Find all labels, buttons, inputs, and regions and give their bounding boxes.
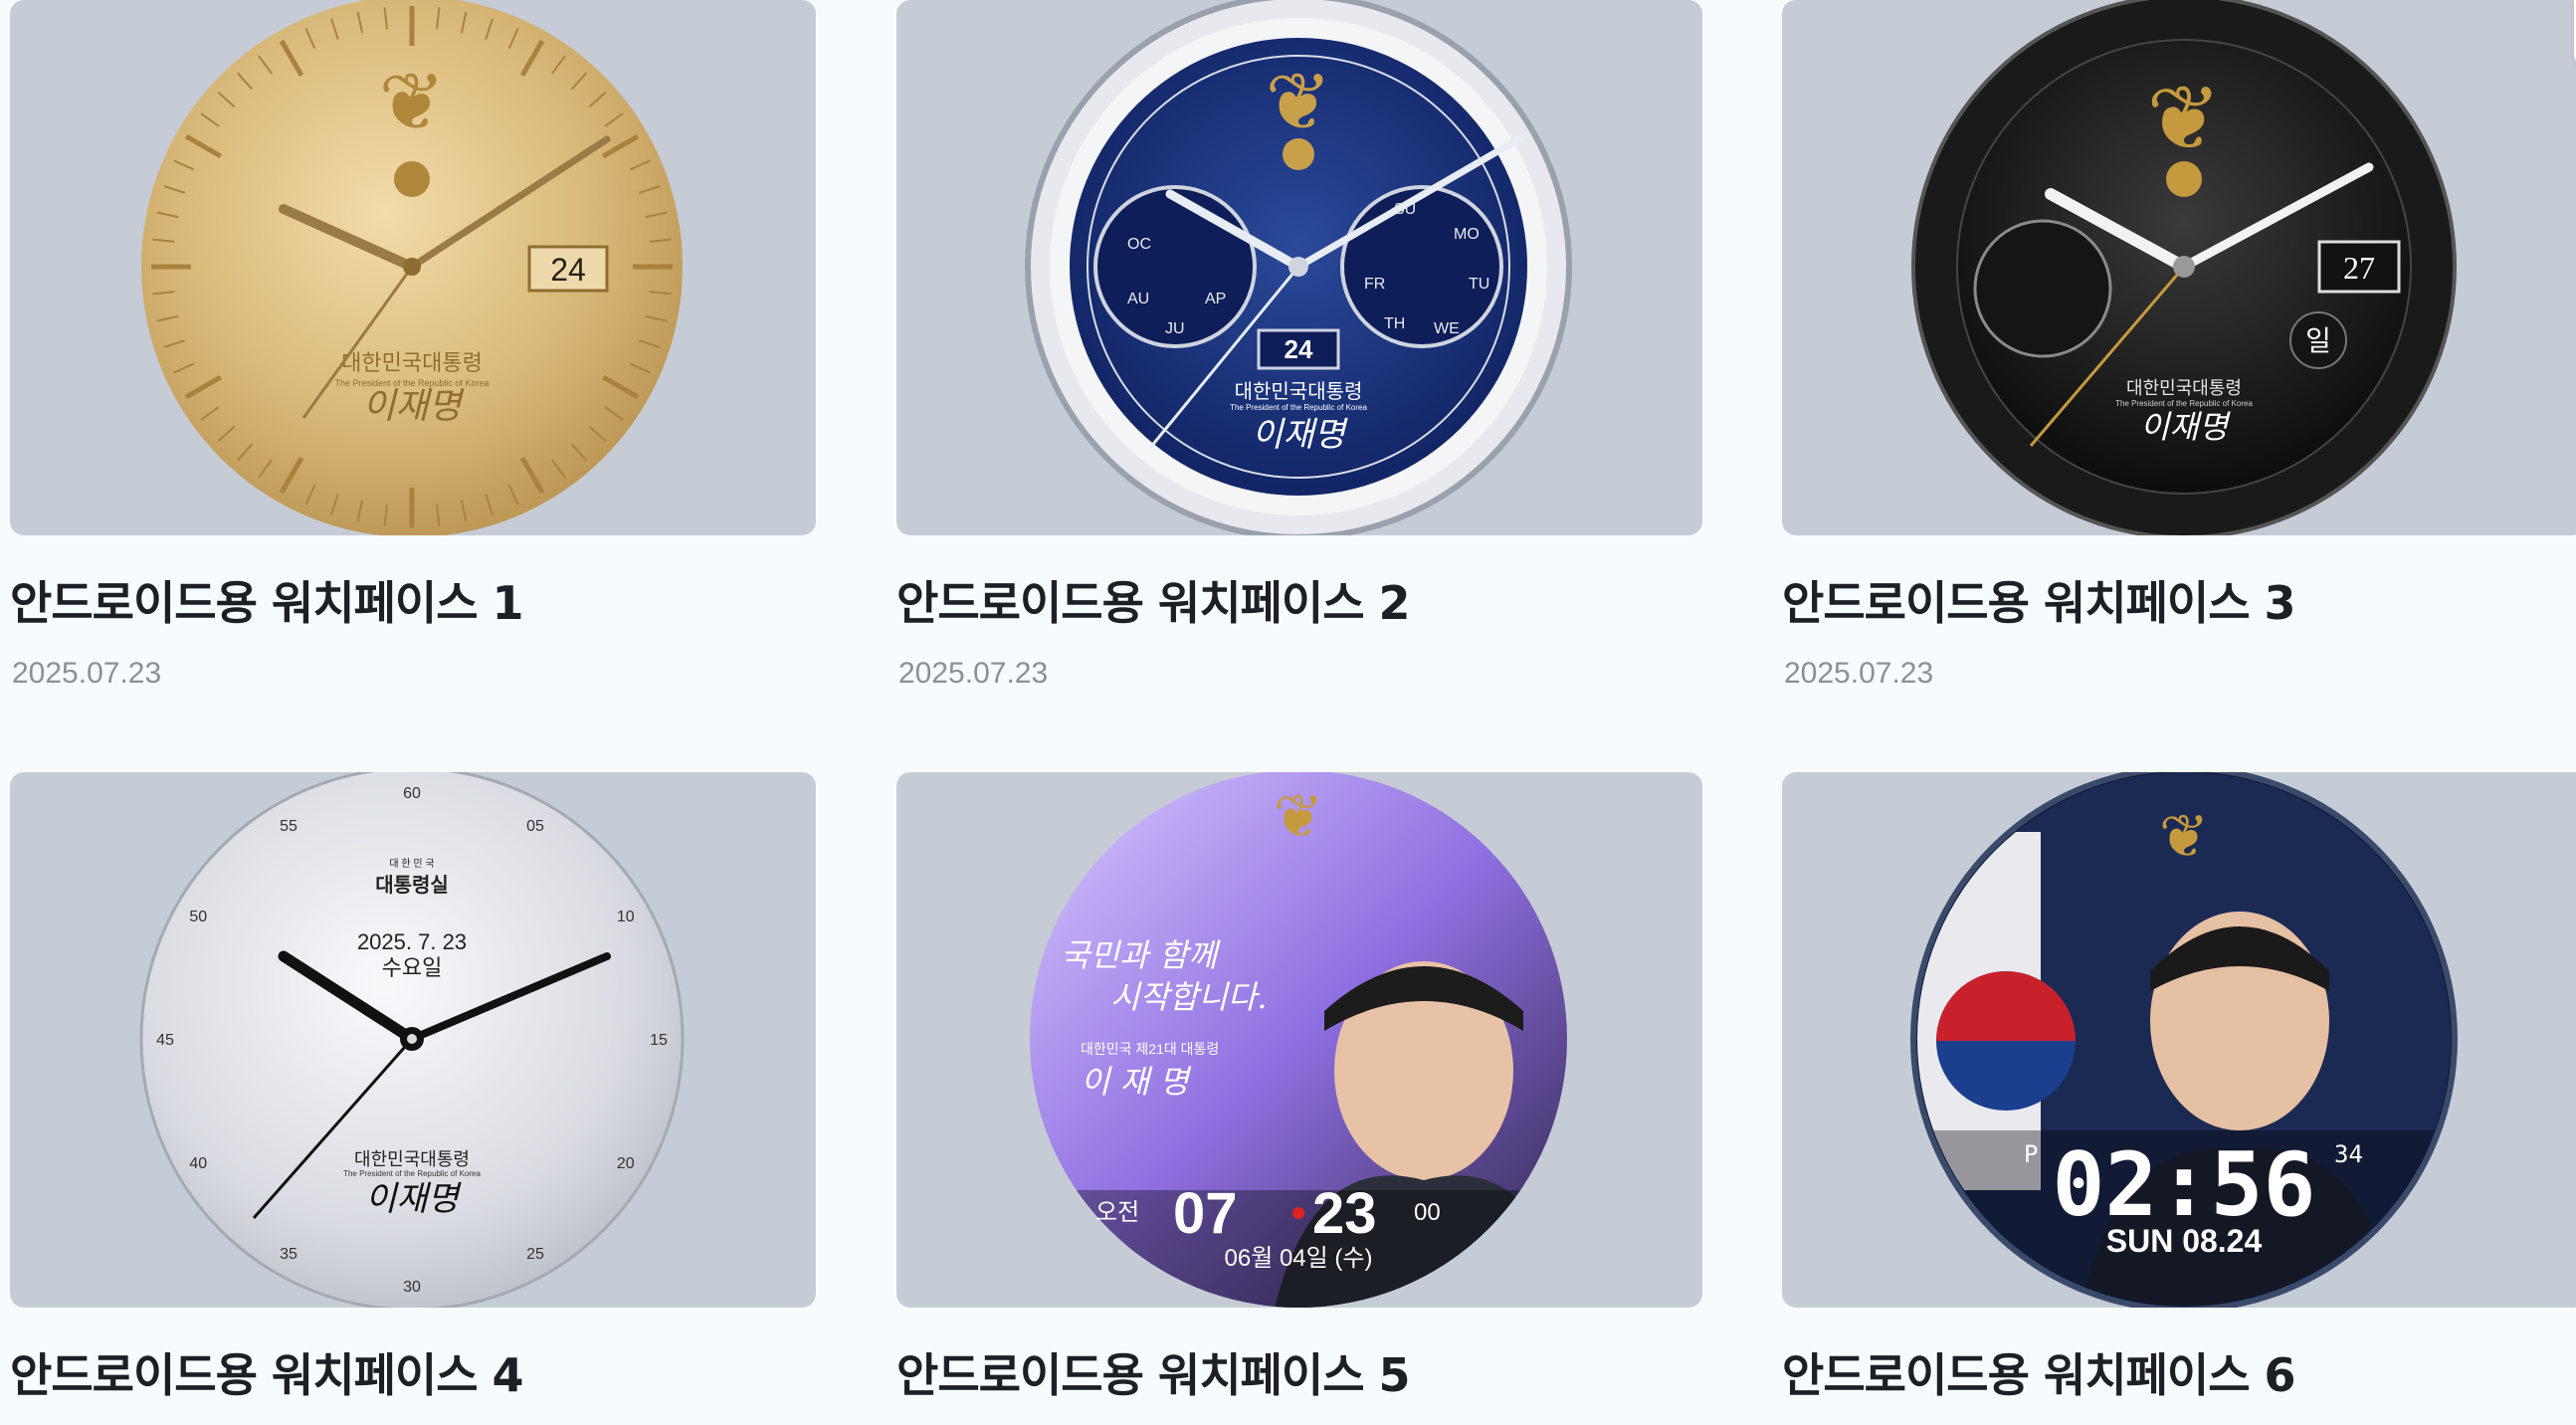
card-date: 2025.07.23	[1784, 657, 1934, 690]
black-watch-face: ❦ 27 일 대한민국대통령 The President of the Repu…	[1911, 0, 2457, 535]
dial-number: 30	[403, 1279, 421, 1296]
svg-text:AP: AP	[1205, 291, 1226, 307]
thumbnail-watchface-5[interactable]: ❦ 국민과 함께 시작합니다. 대한민국 제21대 대통령 이 재 명 오전 0…	[896, 772, 1702, 1308]
svg-text:The President of the Republic: The President of the Republic of Korea	[343, 1169, 481, 1178]
svg-text:WE: WE	[1434, 320, 1460, 337]
card-date: 2025.07.23	[12, 657, 162, 690]
gold-watch-face: ❦ 24 대한민국대통령 The President of the Republ…	[141, 0, 683, 535]
svg-text:The President of the Republic: The President of the Republic of Korea	[2115, 399, 2253, 408]
phoenix-emblem: ❦	[1274, 783, 1323, 850]
svg-text:The President of the Republic: The President of the Republic of Korea	[1230, 403, 1367, 412]
svg-text:TH: TH	[1384, 315, 1405, 332]
thumbnail-watchface-1[interactable]: ❦ 24 대한민국대통령 The President of the Republ…	[10, 0, 816, 535]
svg-text:대한민국대통령: 대한민국대통령	[1235, 380, 1363, 403]
svg-text:이재명: 이재명	[365, 1179, 463, 1219]
svg-text:국민과 함께: 국민과 함께	[1061, 936, 1221, 974]
phoenix-emblem: ❦	[378, 58, 445, 146]
blue-watch-face: ❦ OC AU JU AP MO TU WE TH FR SU 24 대한민국대…	[1025, 0, 1572, 535]
svg-text:TU: TU	[1469, 276, 1489, 293]
card-title[interactable]: 안드로이드용 워치페이스 3	[1782, 567, 2296, 633]
svg-text:이재명: 이재명	[1252, 415, 1349, 455]
day-indicator: 일	[2305, 325, 2331, 356]
svg-text:2025. 7. 23: 2025. 7. 23	[357, 929, 467, 954]
card-title[interactable]: 안드로이드용 워치페이스 6	[1782, 1339, 2296, 1405]
svg-text:00: 00	[1414, 1199, 1441, 1226]
card-watchface-3[interactable]: ❦ 27 일 대한민국대통령 The President of the Repu…	[1782, 0, 2576, 690]
dial-number: 60	[403, 785, 421, 802]
svg-text:JU: JU	[1165, 320, 1185, 337]
svg-text:P: P	[2024, 1140, 2038, 1168]
svg-text:34: 34	[2334, 1140, 2363, 1168]
date-line: SUN 08.24	[2106, 1223, 2263, 1259]
thumbnail-watchface-4[interactable]: 60 05 10 15 20 25 30 35 40 45 50 55 대 한 민 국 대통령실 20…	[10, 772, 816, 1308]
flag-watch-face: ❦ P 02:56 34 SUN 08.24	[1910, 772, 2458, 1308]
card-watchface-6[interactable]: ❦ P 02:56 34 SUN 08.24 안드로이드용 워치페이스 6	[1782, 772, 2576, 1402]
svg-text:수요일: 수요일	[382, 955, 443, 980]
card-watchface-2[interactable]: ❦ OC AU JU AP MO TU WE TH FR SU 24 대한민국대…	[896, 0, 1702, 690]
svg-text:OC: OC	[1127, 236, 1151, 253]
svg-text:MO: MO	[1454, 226, 1480, 243]
thumbnail-watchface-2[interactable]: ❦ OC AU JU AP MO TU WE TH FR SU 24 대한민국대…	[896, 0, 1702, 535]
svg-text:이 재 명: 이 재 명	[1081, 1063, 1192, 1101]
dial-number: 05	[526, 818, 544, 835]
dial-number: 20	[617, 1155, 635, 1172]
svg-text:대한민국대통령: 대한민국대통령	[354, 1149, 470, 1169]
thumbnail-watchface-3[interactable]: ❦ 27 일 대한민국대통령 The President of the Repu…	[1782, 0, 2576, 535]
card-watchface-1[interactable]: ❦ 24 대한민국대통령 The President of the Republ…	[10, 0, 816, 690]
time-minute: 23	[1312, 1181, 1377, 1246]
svg-text:대 한 민 국: 대 한 민 국	[389, 858, 434, 870]
dial-number: 35	[280, 1246, 297, 1263]
time-hour: 07	[1173, 1181, 1238, 1246]
date-window: 24	[1285, 334, 1313, 364]
svg-text:AU: AU	[1127, 291, 1149, 307]
silver-watch-face: 60 05 10 15 20 25 30 35 40 45 50 55 대 한 민 국 대통령실 20…	[139, 772, 685, 1308]
card-title[interactable]: 안드로이드용 워치페이스 1	[10, 567, 524, 633]
digital-time: 02:56	[2053, 1133, 2316, 1236]
phoenix-emblem: ❦	[1265, 58, 1331, 146]
date-window: 24	[550, 252, 586, 288]
dial-number: 40	[189, 1155, 207, 1172]
dial-number: 10	[617, 909, 635, 925]
svg-text:대한민국 제21대 대통령: 대한민국 제21대 대통령	[1081, 1041, 1219, 1057]
card-title[interactable]: 안드로이드용 워치페이스 2	[896, 567, 1411, 633]
phoenix-emblem: ❦	[2146, 70, 2221, 169]
svg-text:오전: 오전	[1095, 1199, 1139, 1226]
dial-number: 45	[156, 1032, 174, 1049]
phoenix-emblem: ❦	[2159, 803, 2209, 870]
dial-number: 55	[280, 818, 297, 835]
dial-number: 25	[526, 1246, 544, 1263]
svg-text:FR: FR	[1364, 276, 1385, 293]
date-line: 06월 04일 (수)	[1225, 1245, 1373, 1272]
card-watchface-5[interactable]: ❦ 국민과 함께 시작합니다. 대한민국 제21대 대통령 이 재 명 오전 0…	[896, 772, 1702, 1402]
thumbnail-watchface-6[interactable]: ❦ P 02:56 34 SUN 08.24	[1782, 772, 2576, 1308]
card-watchface-4[interactable]: 60 05 10 15 20 25 30 35 40 45 50 55 대 한 민 국 대통령실 20…	[10, 772, 816, 1402]
signature: 이재명	[362, 386, 465, 427]
svg-text:대통령실: 대통령실	[375, 874, 449, 897]
watchface-gallery: ❦ 24 대한민국대통령 The President of the Republ…	[0, 0, 2576, 1425]
card-date: 2025.07.23	[898, 657, 1049, 690]
emblem-title: 대한민국대통령	[341, 351, 483, 376]
card-title[interactable]: 안드로이드용 워치페이스 4	[10, 1339, 524, 1405]
svg-text:시작합니다.: 시작합니다.	[1110, 978, 1267, 1016]
card-title[interactable]: 안드로이드용 워치페이스 5	[896, 1339, 1411, 1405]
svg-text:대한민국대통령: 대한민국대통령	[2126, 378, 2242, 398]
svg-text:이재명: 이재명	[2140, 408, 2232, 446]
dial-number: 15	[650, 1032, 668, 1049]
date-window: 27	[2343, 250, 2375, 286]
photo-watch-face: ❦ 국민과 함께 시작합니다. 대한민국 제21대 대통령 이 재 명 오전 0…	[1030, 772, 1567, 1308]
dial-number: 50	[189, 909, 207, 925]
